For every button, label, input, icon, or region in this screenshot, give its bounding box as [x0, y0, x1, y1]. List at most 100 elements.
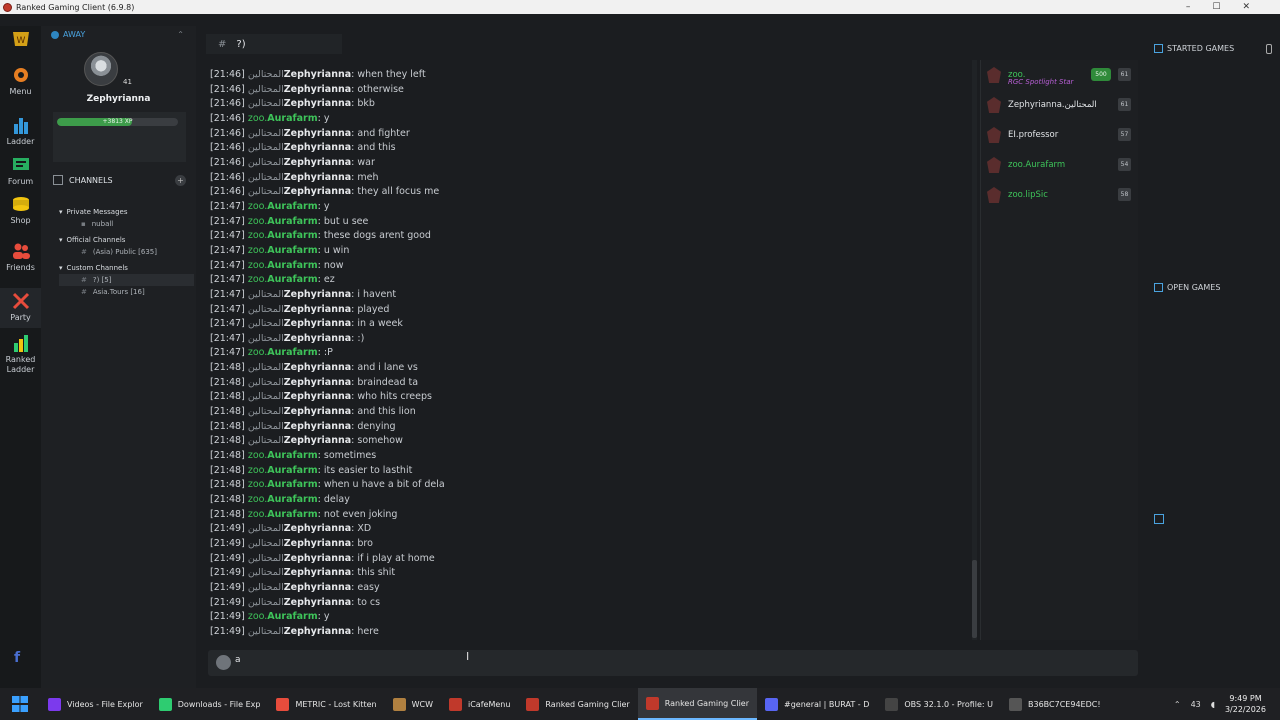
rail-forum[interactable]: Forum: [0, 156, 41, 186]
message-nick[interactable]: Aurafarm: [267, 216, 317, 227]
group-toggle[interactable]: ▾ Private Messages: [59, 206, 194, 218]
user-list-item[interactable]: zoo. lipSic 58: [987, 184, 1137, 206]
rail-ladder[interactable]: Ladder: [0, 116, 41, 146]
message-text: not even joking: [323, 508, 398, 520]
chat-log[interactable]: [21:46] المحتالينZephyrianna: when they …: [206, 56, 976, 642]
windows-start-button[interactable]: [0, 688, 40, 720]
message-nick[interactable]: Zephyrianna: [284, 142, 351, 153]
message-text: and fighter: [357, 127, 410, 139]
logo-button[interactable]: W: [0, 30, 41, 56]
message-nick[interactable]: Zephyrianna: [284, 435, 351, 446]
message-nick[interactable]: Zephyrianna: [284, 362, 351, 373]
message-nick[interactable]: Aurafarm: [267, 260, 317, 271]
taskbar-item[interactable]: METRIC - Lost Kitten: [268, 688, 384, 720]
taskbar-item[interactable]: Videos - File Explor: [40, 688, 151, 720]
clock[interactable]: 9:49 PM 3/22/2026: [1225, 693, 1266, 715]
message-nick[interactable]: Zephyrianna: [284, 69, 351, 80]
message-nick[interactable]: Zephyrianna: [284, 567, 351, 578]
message-nick[interactable]: Zephyrianna: [284, 128, 351, 139]
channel-item[interactable]: ▪ nuball: [59, 218, 194, 230]
message-prefix: المحتالين: [247, 171, 284, 183]
message-nick[interactable]: Aurafarm: [267, 201, 317, 212]
taskbar-item[interactable]: Downloads - File Exp: [151, 688, 269, 720]
chat-scrollbar[interactable]: [972, 60, 977, 640]
group-toggle[interactable]: ▾ Official Channels: [59, 234, 194, 246]
message-nick[interactable]: Aurafarm: [267, 113, 317, 124]
message-nick[interactable]: Aurafarm: [267, 465, 317, 476]
taskbar-item[interactable]: Ranked Gaming Clier: [637, 688, 758, 720]
taskbar-item[interactable]: WCW: [385, 688, 441, 720]
chat-input-value[interactable]: a: [235, 655, 241, 665]
message-nick[interactable]: Aurafarm: [267, 245, 317, 256]
message-nick[interactable]: Zephyrianna: [284, 538, 351, 549]
pin-icon[interactable]: [1266, 44, 1272, 54]
chat-message: [21:47] zoo.Aurafarm: ez: [210, 274, 335, 286]
chevron-up-icon[interactable]: ⌃: [177, 30, 184, 39]
chat-message: [21:47] المحتالينZephyrianna: played: [210, 303, 390, 315]
taskbar-item[interactable]: iCafeMenu: [441, 688, 518, 720]
user-list-item[interactable]: zoo. Aurafarm 54: [987, 154, 1137, 176]
message-nick[interactable]: Zephyrianna: [284, 377, 351, 388]
message-nick[interactable]: Zephyrianna: [284, 553, 351, 564]
rail-shop[interactable]: Shop: [0, 195, 41, 225]
message-nick[interactable]: Zephyrianna: [284, 597, 351, 608]
message-nick[interactable]: Zephyrianna: [284, 318, 351, 329]
taskbar-item[interactable]: OBS 32.1.0 - Profile: U: [877, 688, 1001, 720]
volume-icon[interactable]: ◖: [1211, 700, 1215, 709]
message-nick[interactable]: Zephyrianna: [284, 391, 351, 402]
message-nick[interactable]: Aurafarm: [267, 494, 317, 505]
message-nick[interactable]: Aurafarm: [267, 509, 317, 520]
message-nick[interactable]: Zephyrianna: [284, 84, 351, 95]
message-nick[interactable]: Zephyrianna: [284, 333, 351, 344]
message-nick[interactable]: Zephyrianna: [284, 157, 351, 168]
status-selector[interactable]: AWAY: [51, 30, 85, 39]
message-nick[interactable]: Aurafarm: [267, 450, 317, 461]
message-time: [21:49]: [210, 523, 245, 535]
message-nick[interactable]: Zephyrianna: [284, 186, 351, 197]
message-nick[interactable]: Zephyrianna: [284, 289, 351, 300]
taskbar-item[interactable]: Ranked Gaming Clier: [518, 688, 637, 720]
taskbar-item-label: OBS 32.1.0 - Profile: U: [904, 699, 994, 709]
message-nick[interactable]: Aurafarm: [267, 274, 317, 285]
scrollbar-thumb[interactable]: [972, 560, 977, 638]
facebook-icon[interactable]: f: [14, 650, 20, 666]
message-nick[interactable]: Aurafarm: [267, 479, 317, 490]
taskbar-item[interactable]: B36BC7CE94EDC!: [1001, 688, 1109, 720]
add-channel-button[interactable]: +: [175, 174, 186, 186]
user-list-item[interactable]: EI.professor 57: [987, 124, 1137, 146]
close-button[interactable]: ✕: [1242, 2, 1250, 12]
chat-input[interactable]: a: [208, 650, 1138, 676]
message-nick[interactable]: Aurafarm: [267, 230, 317, 241]
edit-icon[interactable]: [1154, 514, 1164, 524]
message-nick[interactable]: Zephyrianna: [284, 523, 351, 534]
emoji-icon[interactable]: [216, 655, 231, 670]
rail-party[interactable]: Party: [0, 288, 41, 328]
maximize-button[interactable]: ☐: [1212, 2, 1220, 12]
channel-item[interactable]: # (Asia) Public [635]: [59, 246, 194, 258]
message-nick[interactable]: Zephyrianna: [284, 172, 351, 183]
message-nick[interactable]: Zephyrianna: [284, 304, 351, 315]
avatar[interactable]: [84, 52, 118, 86]
rail-menu[interactable]: Menu: [0, 66, 41, 96]
message-nick[interactable]: Zephyrianna: [284, 626, 351, 637]
user-list-item[interactable]: zoo. RGC Spotlight Star 500 61: [987, 64, 1137, 86]
chevron-up-icon[interactable]: ⌃: [1174, 700, 1181, 709]
message-nick[interactable]: Zephyrianna: [284, 582, 351, 593]
user-list-item[interactable]: Zephyrianna.المحتالين 61: [987, 94, 1137, 116]
started-games-header[interactable]: STARTED GAMES: [1154, 44, 1234, 53]
message-nick[interactable]: Aurafarm: [267, 347, 317, 358]
open-games-header[interactable]: OPEN GAMES: [1154, 283, 1220, 292]
message-time: [21:47]: [210, 230, 245, 242]
rail-ranked-ladder[interactable]: Ranked Ladder: [0, 334, 41, 375]
message-nick[interactable]: Zephyrianna: [284, 406, 351, 417]
minimize-button[interactable]: –: [1186, 2, 1191, 12]
taskbar-item[interactable]: #general | BURAT - D: [757, 688, 877, 720]
message-nick[interactable]: Zephyrianna: [284, 98, 351, 109]
message-nick[interactable]: Zephyrianna: [284, 421, 351, 432]
rail-friends[interactable]: Friends: [0, 242, 41, 272]
message-nick[interactable]: Aurafarm: [267, 611, 317, 622]
channel-item[interactable]: # Asia.Tours [16]: [59, 286, 194, 298]
message-prefix: المحتالين: [247, 581, 284, 593]
group-toggle[interactable]: ▾ Custom Channels: [59, 262, 194, 274]
channel-item[interactable]: # ?) [5]: [59, 274, 194, 286]
